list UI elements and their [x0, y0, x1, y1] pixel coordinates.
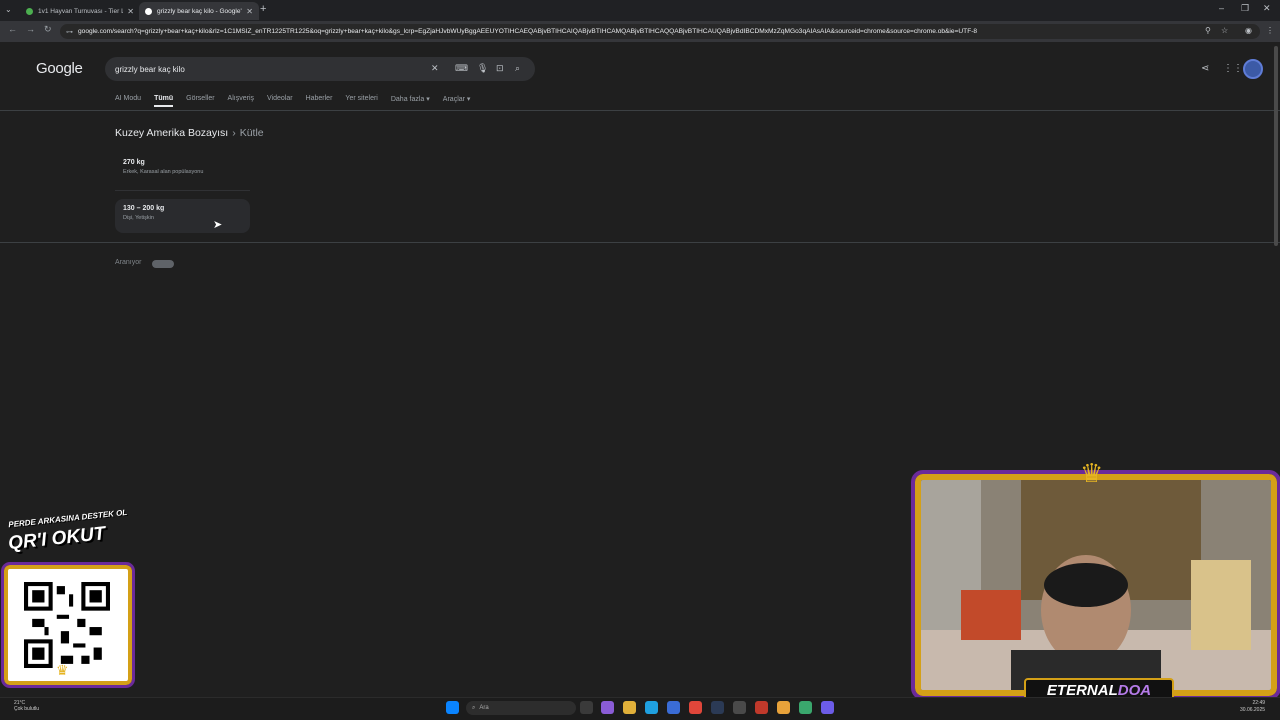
windows-taskbar	[0, 697, 1280, 720]
tab-google-search[interactable]: grizzly bear kaç kilo - Google'da Ara ✕	[139, 2, 259, 20]
clear-search-icon[interactable]: ✕	[431, 63, 439, 74]
apps-grid-icon[interactable]: ⋮⋮	[1223, 63, 1243, 74]
start-windows-icon[interactable]	[446, 701, 459, 714]
tab-favicon-icon	[26, 7, 33, 15]
tab-all[interactable]: Tümü	[154, 95, 174, 107]
location-icon[interactable]: ⚲	[1205, 26, 1211, 35]
tab-title: grizzly bear kaç kilo - Google'da Ara	[157, 7, 242, 15]
close-tab-icon[interactable]: ✕	[127, 7, 134, 16]
tab-videos[interactable]: Videolar	[267, 95, 293, 107]
tab-shopping[interactable]: Alışveriş	[228, 95, 254, 107]
card-value: 130 – 200 kg	[123, 205, 165, 212]
microphone-icon[interactable]: 🎙	[477, 63, 488, 74]
streamer-name-part1: ETERNAL	[1046, 681, 1118, 699]
streamer-name-part2: DOA	[1117, 681, 1152, 699]
profile-icon[interactable]: ◉	[1245, 26, 1252, 35]
reload-icon[interactable]: ↻	[44, 24, 52, 35]
breadcrumb: Kuzey Amerika Bozayısı › Kütle	[115, 127, 264, 139]
mouse-pointer-icon: ➤	[213, 219, 223, 231]
crown-large-icon: ♛	[1080, 458, 1104, 488]
crown-small-icon: ♛	[56, 662, 69, 678]
tab-news[interactable]: Haberler	[306, 95, 333, 107]
discord-icon[interactable]	[821, 701, 834, 714]
search-icon: ⌕	[472, 704, 476, 711]
card-divider	[115, 190, 250, 191]
loading-text: Aranıyor	[115, 259, 142, 266]
close-window-icon[interactable]: ✕	[1263, 3, 1271, 14]
minimize-icon[interactable]: –	[1219, 3, 1224, 13]
weight-card-female[interactable]: 130 – 200 kg Dişi, Yetişkin	[115, 199, 250, 233]
webcam-feed	[921, 480, 1271, 690]
tab-search-chevron-icon[interactable]: ⌄	[5, 5, 12, 14]
qr-code-icon	[24, 582, 110, 668]
card-value: 270 kg	[123, 159, 145, 166]
account-avatar[interactable]	[1243, 59, 1263, 79]
clock-date: 30.06.2025	[1240, 707, 1266, 713]
webcam-frame	[911, 470, 1280, 700]
weather-desc: Çok bulutlu	[14, 706, 40, 712]
bookmark-star-icon[interactable]: ☆	[1221, 26, 1228, 35]
scrollbar[interactable]	[1274, 46, 1278, 246]
search-query-text: grizzly bear kaç kilo	[115, 64, 185, 74]
card-subtitle: Erkek, Karasal alan popülasyonu	[123, 169, 204, 175]
url-text: google.com/search?q=grizzly+bear+kaç+kil…	[78, 28, 978, 35]
header-divider	[0, 110, 1280, 111]
app-icon[interactable]	[755, 701, 768, 714]
card-subtitle: Dişi, Yetişkin	[123, 215, 154, 221]
search-input[interactable]: grizzly bear kaç kilo	[105, 57, 535, 81]
section-divider	[0, 242, 1280, 243]
steam-icon[interactable]	[711, 701, 724, 714]
taskbar-clock[interactable]: 22:49 30.06.2025	[1240, 700, 1265, 714]
restore-icon[interactable]: ❐	[1241, 3, 1249, 14]
tab-images[interactable]: Görseller	[186, 95, 214, 107]
site-info-icon[interactable]: ⊶	[66, 28, 73, 36]
copilot-icon[interactable]	[601, 701, 614, 714]
tab-title: 1v1 Hayvan Turnuvası - Tier List	[38, 7, 124, 15]
file-explorer-icon[interactable]	[623, 701, 636, 714]
loading-dots-icon	[152, 260, 174, 268]
tab-places[interactable]: Yer siteleri	[345, 95, 377, 107]
tab-more[interactable]: Daha fazla ▾	[391, 95, 430, 107]
app-icon[interactable]	[799, 701, 812, 714]
weather-widget[interactable]: 21°C Çok bulutlu	[14, 700, 39, 712]
search-nav-tabs: AI Modu Tümü Görseller Alışveriş Videola…	[115, 95, 483, 107]
breadcrumb-entity[interactable]: Kuzey Amerika Bozayısı	[115, 127, 228, 139]
search-icon[interactable]: ⌕	[515, 63, 520, 74]
taskbar-search[interactable]: ⌕ Ara	[466, 701, 576, 715]
share-icon[interactable]: ⋖	[1201, 63, 1209, 74]
google-logo[interactable]: Google	[36, 60, 83, 77]
edge-icon[interactable]	[645, 701, 658, 714]
keyboard-icon[interactable]: ⌨	[455, 63, 468, 74]
forward-arrow-icon[interactable]: →	[26, 24, 35, 34]
clock-time: 22:49	[1252, 700, 1266, 706]
google-favicon-icon	[145, 7, 152, 15]
store-icon[interactable]	[667, 701, 680, 714]
chrome-icon[interactable]	[777, 701, 790, 714]
tab-ai-mode[interactable]: AI Modu	[115, 95, 141, 107]
menu-kebab-icon[interactable]: ⋮	[1266, 26, 1274, 35]
close-tab-icon[interactable]: ✕	[246, 7, 253, 16]
breadcrumb-attribute: Kütle	[239, 127, 264, 139]
address-bar[interactable]: ⊶ google.com/search?q=grizzly+bear+kaç+k…	[60, 24, 1260, 39]
qr-promo-banner: PERDE ARKASINA DESTEK OL QR'I OKUT	[7, 508, 148, 554]
app-icon[interactable]	[733, 701, 746, 714]
tab-tools[interactable]: Araçlar ▾	[443, 95, 471, 107]
chrome-icon[interactable]	[689, 701, 702, 714]
new-tab-plus-icon[interactable]: +	[260, 3, 266, 15]
back-arrow-icon[interactable]: ←	[8, 24, 17, 34]
tab-hayvan-turnuvasi[interactable]: 1v1 Hayvan Turnuvası - Tier List ✕	[20, 2, 140, 20]
weight-card-male[interactable]: 270 kg Erkek, Karasal alan popülasyonu	[115, 153, 250, 187]
taskbar-search-label: Ara	[479, 705, 489, 711]
task-view-icon[interactable]	[580, 701, 593, 714]
camera-lens-icon[interactable]: ⊡	[496, 63, 504, 74]
